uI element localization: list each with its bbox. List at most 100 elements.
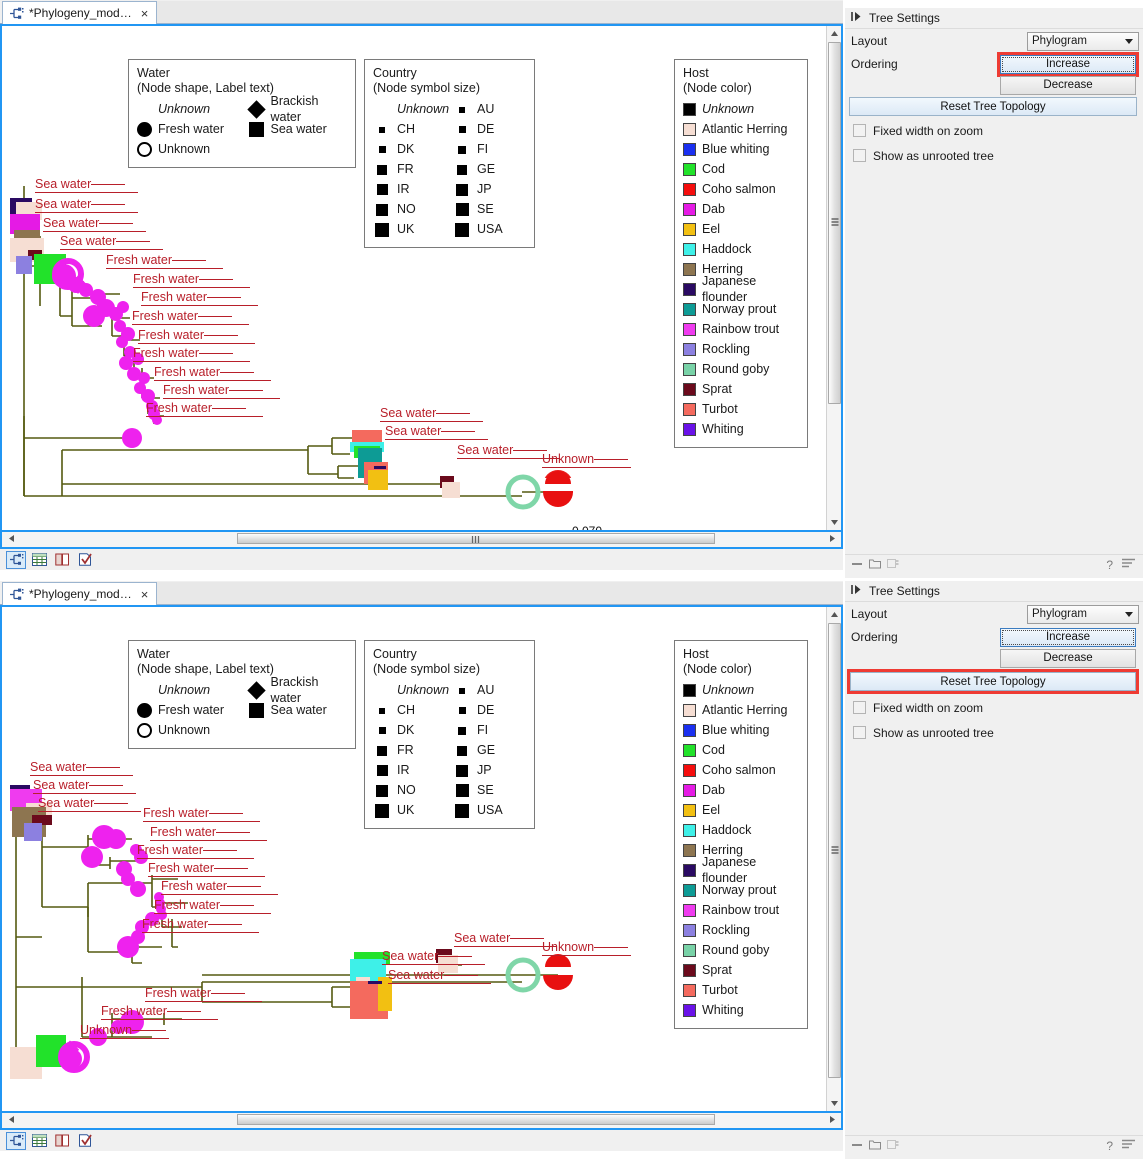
help-icon[interactable]: ? (1106, 1139, 1113, 1153)
legend-water-col1: Unknown Fresh water Unknown (137, 681, 235, 741)
tree-view-button[interactable] (6, 1132, 26, 1150)
fixed-width-checkbox[interactable] (853, 124, 866, 137)
ordering-row: Ordering Increase (845, 626, 1143, 648)
scrollbar-thumb[interactable] (828, 42, 841, 404)
legend-label: DE (477, 703, 494, 718)
reset-tree-topology-button[interactable]: Reset Tree Topology (849, 97, 1137, 116)
legend-country-col1: UnknownCHDKFRIRNOUK (373, 681, 443, 821)
list-options-icon[interactable] (1122, 1139, 1135, 1153)
legend-item: Sea water (249, 701, 347, 721)
book-view-button[interactable] (52, 1132, 72, 1150)
table-view-button[interactable] (29, 551, 49, 569)
fixed-width-row[interactable]: Fixed width on zoom (845, 118, 1143, 143)
ordering-label: Ordering (851, 57, 898, 71)
tab-title: *Phylogeny_mod… (29, 587, 132, 601)
bottom-horizontal-scrollbar[interactable] (2, 1113, 841, 1128)
legend-item: SE (453, 781, 523, 801)
scroll-right-icon[interactable] (825, 532, 839, 545)
layout-select[interactable]: Phylogram (1027, 32, 1139, 51)
dock-icon[interactable] (887, 558, 899, 572)
folder-icon[interactable] (869, 1139, 881, 1153)
top-tree-view[interactable]: Sea waterSea waterSea waterSea waterFres… (0, 24, 843, 532)
legend-item: Unknown (137, 721, 235, 741)
reset-row: Reset Tree Topology (845, 668, 1143, 695)
legend-item: Unknown (137, 100, 235, 120)
tree-leaf-label: Fresh water (146, 401, 263, 417)
close-icon[interactable]: × (141, 7, 149, 20)
close-icon[interactable]: × (141, 588, 149, 601)
decrease-button[interactable]: Decrease (1000, 649, 1136, 668)
unrooted-checkbox[interactable] (853, 149, 866, 162)
legend-label: IR (397, 182, 410, 197)
table-view-button[interactable] (29, 1132, 49, 1150)
layout-select[interactable]: Phylogram (1027, 605, 1139, 624)
legend-country: Country (Node symbol size) UnknownCHDKFR… (364, 640, 535, 829)
color-swatch-icon (683, 363, 696, 376)
legend-item: Haddock (683, 240, 799, 260)
decrease-button[interactable]: Decrease (1000, 76, 1136, 95)
legend-item: Unknown (683, 100, 799, 120)
unrooted-checkbox[interactable] (853, 726, 866, 739)
fixed-width-row[interactable]: Fixed width on zoom (845, 695, 1143, 720)
tab-phylogeny-top[interactable]: *Phylogeny_mod… × (2, 1, 157, 24)
fixed-width-checkbox[interactable] (853, 701, 866, 714)
expand-panel-icon[interactable] (851, 11, 862, 25)
tree-view-button[interactable] (6, 551, 26, 569)
dock-icon[interactable] (887, 1139, 899, 1153)
list-options-icon[interactable] (1122, 558, 1135, 572)
increase-button[interactable]: Increase (1000, 55, 1136, 74)
legend-item: Unknown (137, 681, 235, 701)
legend-item: FR (373, 741, 443, 761)
legend-item: Round goby (683, 360, 799, 380)
folder-icon[interactable] (869, 558, 881, 572)
bottom-tree-canvas[interactable]: Sea waterSea waterSea waterFresh waterFr… (2, 607, 825, 1111)
reset-tree-topology-button[interactable]: Reset Tree Topology (850, 672, 1136, 691)
scroll-right-icon[interactable] (825, 1113, 839, 1126)
increase-button[interactable]: Increase (1000, 628, 1136, 647)
legend-label: DE (477, 122, 494, 137)
scroll-left-icon[interactable] (4, 532, 18, 545)
unrooted-row[interactable]: Show as unrooted tree (845, 143, 1143, 168)
legend-item: Fresh water (137, 120, 235, 140)
report-view-button[interactable] (75, 1132, 95, 1150)
help-icon[interactable]: ? (1106, 558, 1113, 572)
top-vertical-scrollbar[interactable] (826, 26, 841, 530)
tree-leaf-label: Fresh water (133, 346, 250, 362)
legend-label: Eel (702, 222, 720, 237)
legend-water: Water (Node shape, Label text) Unknown F… (128, 59, 356, 168)
scroll-down-icon[interactable] (827, 515, 842, 530)
tree-leaf-label: Sea water (385, 424, 488, 440)
unrooted-row[interactable]: Show as unrooted tree (845, 720, 1143, 745)
label-underline (167, 1011, 201, 1012)
expand-panel-icon[interactable] (851, 584, 862, 598)
scroll-down-icon[interactable] (827, 1096, 842, 1111)
scrollbar-thumb[interactable] (828, 623, 841, 1078)
tab-phylogeny-bottom[interactable]: *Phylogeny_mod… × (2, 582, 157, 605)
top-tab-bar: *Phylogeny_mod… × (0, 0, 843, 24)
legend-label: Coho salmon (702, 763, 776, 778)
label-underline (207, 297, 241, 298)
legend-label: IR (397, 763, 410, 778)
top-tree-canvas[interactable]: Sea waterSea waterSea waterSea waterFres… (2, 26, 825, 530)
tab-bar-filler (148, 1, 843, 24)
report-view-button[interactable] (75, 551, 95, 569)
minimize-icon[interactable] (851, 558, 863, 572)
legend-item: Sprat (683, 961, 799, 981)
legend-item: Coho salmon (683, 180, 799, 200)
legend-label: Dab (702, 202, 725, 217)
top-horizontal-scrollbar[interactable] (2, 532, 841, 547)
legend-label: Rockling (702, 342, 750, 357)
label-underline-2 (385, 439, 488, 440)
book-view-button[interactable] (52, 551, 72, 569)
scrollbar-thumb[interactable] (237, 533, 715, 544)
legend-item: Sea water (249, 120, 347, 140)
tree-leaf-label: Fresh water (163, 383, 280, 399)
bottom-tree-view[interactable]: Sea waterSea waterSea waterFresh waterFr… (0, 605, 843, 1113)
settings-status-bar: ? (845, 554, 1143, 575)
scroll-left-icon[interactable] (4, 1113, 18, 1126)
minimize-icon[interactable] (851, 1139, 863, 1153)
scroll-up-icon[interactable] (827, 26, 842, 41)
bottom-vertical-scrollbar[interactable] (826, 607, 841, 1111)
scroll-up-icon[interactable] (827, 607, 842, 622)
scrollbar-thumb[interactable] (237, 1114, 715, 1125)
